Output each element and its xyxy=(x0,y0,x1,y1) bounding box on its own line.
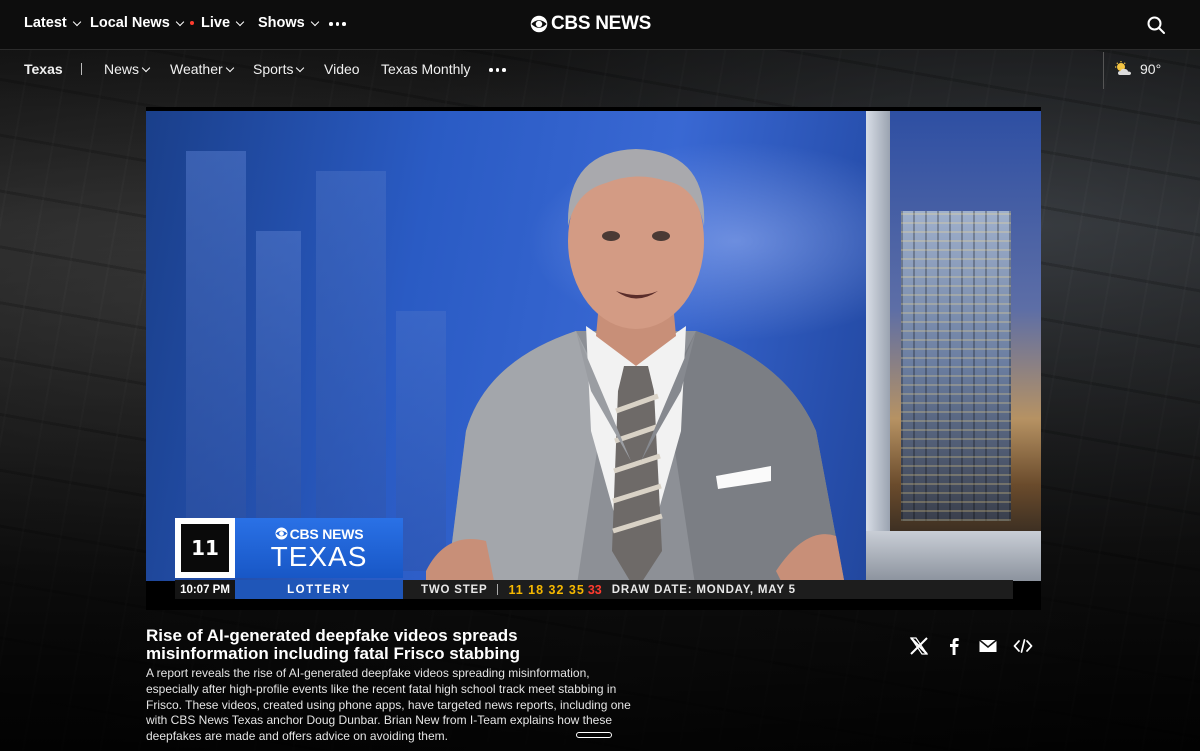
search-icon[interactable] xyxy=(1146,15,1166,35)
cbs-news-logo[interactable]: CBS NEWS xyxy=(530,12,660,36)
sub-navigation: Texas News Weather Sports Video Texas Mo… xyxy=(0,51,1200,89)
more-menu-icon[interactable] xyxy=(329,22,346,26)
partly-cloudy-icon xyxy=(1115,61,1131,75)
logo-text: CBS NEWS xyxy=(551,13,651,34)
banner-brand-top: CBS NEWS xyxy=(289,525,364,542)
news-anchor-image xyxy=(426,149,845,581)
subnav-weather[interactable]: Weather xyxy=(170,61,234,77)
weather-temperature: 90° xyxy=(1140,61,1162,77)
video-player[interactable]: 11 CBS NEWS TEXAS 10:07 PM LOTTERY TWO S… xyxy=(146,107,1041,610)
nav-local-news[interactable]: Local News xyxy=(90,15,185,31)
subnav-video[interactable]: Video xyxy=(324,61,360,77)
ticker-numbers: 11 18 32 35 xyxy=(508,582,585,597)
lottery-ticker: 10:07 PM LOTTERY TWO STEP 11 18 32 35 33… xyxy=(175,580,1013,599)
ticker-topic: LOTTERY xyxy=(235,580,403,599)
subnav-sports-label: Sports xyxy=(253,61,294,77)
weather-divider xyxy=(1103,52,1104,89)
weather-widget[interactable]: 90° xyxy=(1114,61,1161,77)
chevron-down-icon xyxy=(296,63,305,72)
ticker-game: TWO STEP xyxy=(421,583,488,596)
channel-bug: 11 xyxy=(175,518,235,578)
nav-shows[interactable]: Shows xyxy=(258,15,319,31)
subnav-news-label: News xyxy=(104,61,140,77)
ticker-draw-date: DRAW DATE: MONDAY, MAY 5 xyxy=(611,583,796,596)
region-texas[interactable]: Texas xyxy=(24,61,63,77)
video-description: A report reveals the rise of AI-generate… xyxy=(146,666,631,744)
live-dot-icon xyxy=(190,21,194,25)
ticker-time: 10:07 PM xyxy=(175,580,235,599)
ticker-divider xyxy=(497,584,499,595)
top-navigation: Latest Local News Live Shows CBS NEWS xyxy=(0,0,1200,50)
nav-live-label: Live xyxy=(201,15,231,31)
nav-latest[interactable]: Latest xyxy=(24,15,81,31)
chevron-down-icon xyxy=(235,17,245,26)
nav-live[interactable]: Live xyxy=(190,15,245,31)
email-icon[interactable] xyxy=(978,636,998,656)
chevron-down-icon xyxy=(72,17,81,26)
banner-brand-bottom: TEXAS xyxy=(270,540,368,572)
chevron-down-icon xyxy=(310,17,319,26)
nav-local-news-label: Local News xyxy=(90,15,170,31)
x-icon[interactable] xyxy=(909,636,929,656)
nav-shows-label: Shows xyxy=(258,15,305,31)
chevron-down-icon xyxy=(225,63,234,72)
embed-icon[interactable] xyxy=(1013,636,1033,656)
subnav-news[interactable]: News xyxy=(104,61,151,77)
video-frame xyxy=(146,111,1041,581)
subnav-texas-monthly[interactable]: Texas Monthly xyxy=(381,61,470,77)
chevron-down-icon xyxy=(175,17,185,26)
cbs-eye-icon xyxy=(275,527,288,540)
cbs-news-texas-banner: CBS NEWS TEXAS xyxy=(235,518,403,578)
subnav-divider xyxy=(81,63,82,75)
channel-number: 11 xyxy=(181,524,229,572)
nav-latest-label: Latest xyxy=(24,15,67,31)
subnav-more-icon[interactable] xyxy=(489,68,506,72)
ticker-bonus-number: 33 xyxy=(587,582,602,597)
facebook-icon[interactable] xyxy=(944,636,964,656)
chevron-down-icon xyxy=(141,63,151,72)
subnav-sports[interactable]: Sports xyxy=(253,61,305,77)
cbs-eye-icon xyxy=(530,15,548,33)
subnav-weather-label: Weather xyxy=(170,61,223,77)
carousel-indicator[interactable] xyxy=(576,732,612,738)
video-headline: Rise of AI-generated deepfake videos spr… xyxy=(146,626,521,663)
